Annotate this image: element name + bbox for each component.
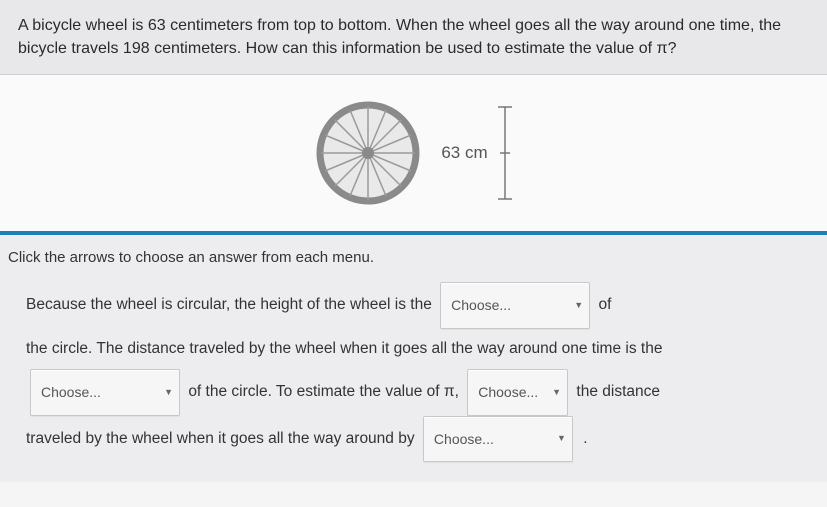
dropdown-2-label: Choose... (41, 374, 101, 410)
question-text: A bicycle wheel is 63 centimeters from t… (18, 17, 781, 57)
chevron-down-icon: ▼ (164, 381, 173, 404)
chevron-down-icon: ▼ (552, 381, 561, 404)
chevron-down-icon: ▼ (574, 294, 583, 317)
question-prompt: A bicycle wheel is 63 centimeters from t… (0, 0, 827, 75)
dropdown-4-label: Choose... (434, 421, 494, 457)
sentence-part-6: traveled by the wheel when it goes all t… (26, 430, 415, 447)
sentence-part-2: of (598, 296, 611, 313)
dropdown-3[interactable]: Choose... ▼ (467, 369, 568, 415)
sentence-part-4: of the circle. To estimate the value of … (188, 383, 459, 400)
chevron-down-icon: ▼ (557, 427, 566, 450)
instruction-text: Click the arrows to choose an answer fro… (4, 249, 811, 266)
dropdown-4[interactable]: Choose... ▼ (423, 416, 573, 462)
answer-area: Click the arrows to choose an answer fro… (0, 235, 827, 482)
fill-in-sentence: Because the wheel is circular, the heigh… (4, 282, 811, 462)
measurement-bracket-icon (496, 103, 514, 203)
sentence-part-1: Because the wheel is circular, the heigh… (26, 296, 432, 313)
sentence-part-5: the distance (576, 383, 660, 400)
dropdown-1[interactable]: Choose... ▼ (440, 282, 590, 328)
dropdown-3-label: Choose... (478, 374, 538, 410)
measurement-label: 63 cm (441, 143, 487, 163)
diagram-area: 63 cm (0, 75, 827, 235)
dropdown-1-label: Choose... (451, 287, 511, 323)
wheel-icon (313, 98, 423, 208)
sentence-part-3: the circle. The distance traveled by the… (26, 340, 662, 357)
measurement: 63 cm (441, 103, 513, 203)
sentence-period: . (583, 430, 587, 447)
dropdown-2[interactable]: Choose... ▼ (30, 369, 180, 415)
